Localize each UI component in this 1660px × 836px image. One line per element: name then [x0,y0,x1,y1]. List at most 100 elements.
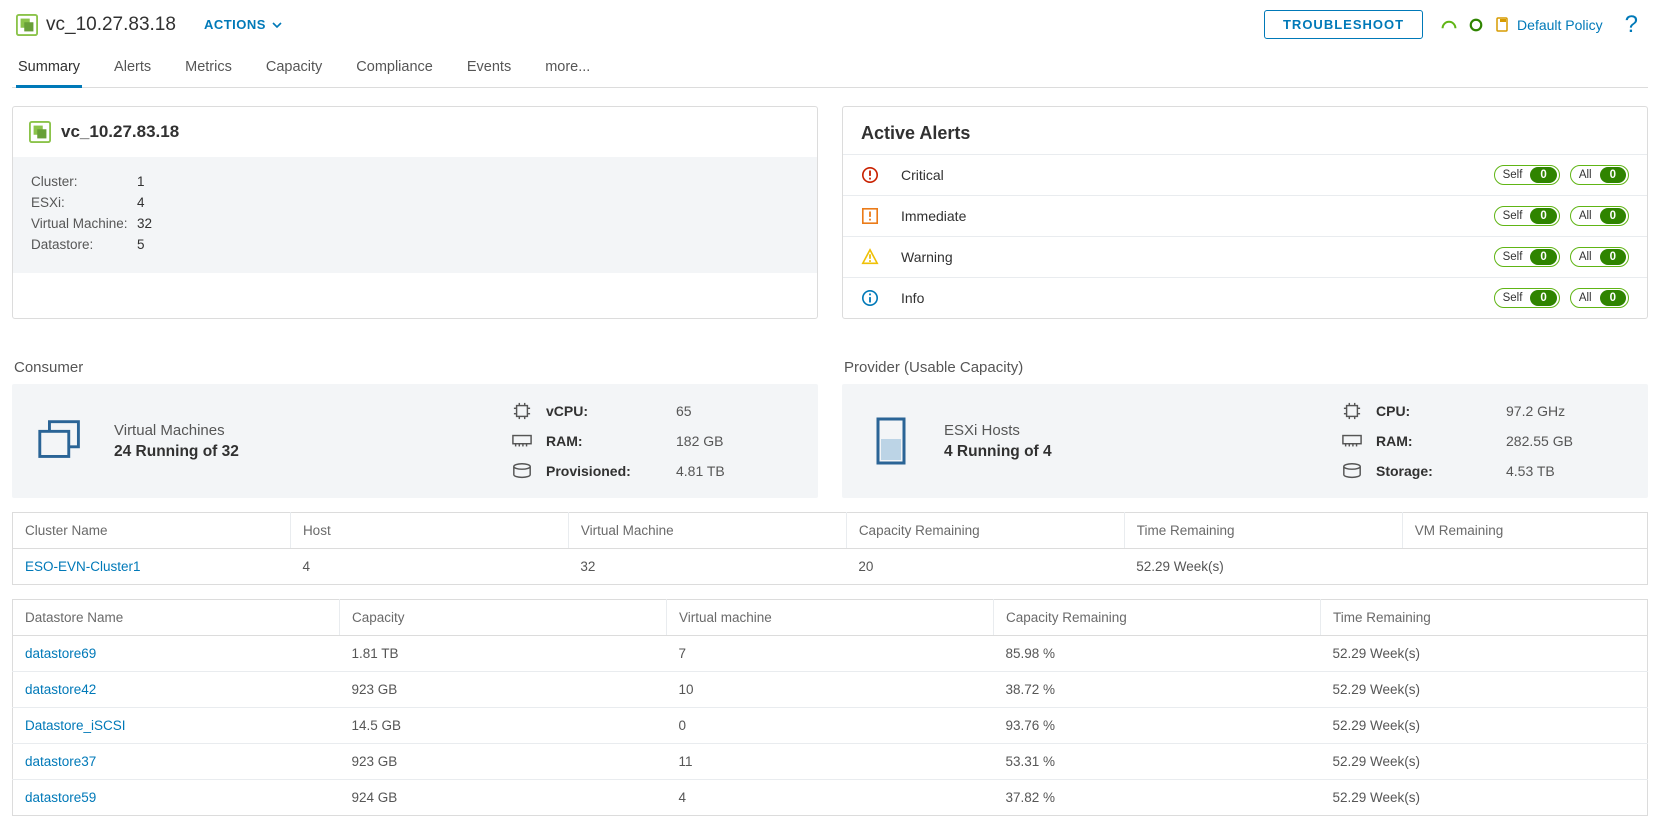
cell: 52.29 Week(s) [1321,780,1648,816]
alert-pill-self[interactable]: Self0 [1494,288,1560,308]
table-row[interactable]: Datastore_iSCSI 14.5 GB 0 93.76 % 52.29 … [13,708,1648,744]
col-cluster-name[interactable]: Cluster Name [13,513,291,549]
cpu-label: CPU: [1376,403,1496,419]
consumer-sub: 24 Running of 32 [114,443,239,461]
tab-metrics[interactable]: Metrics [183,49,234,87]
cpu-icon [1342,402,1362,420]
cpu-icon [512,402,532,420]
summary-stats: Cluster:1 ESXi:4 Virtual Machine:32 Data… [13,157,817,273]
tab-compliance[interactable]: Compliance [354,49,435,87]
provider-sub: 4 Running of 4 [944,443,1052,461]
table-row[interactable]: datastore69 1.81 TB 7 85.98 % 52.29 Week… [13,636,1648,672]
datastore-name-link[interactable]: datastore37 [13,744,340,780]
vm-label: Virtual Machine: [31,216,131,231]
ram-label: RAM: [546,433,666,449]
provider-panel: ESXi Hosts 4 Running of 4 CPU: 97.2 GHz … [842,384,1648,498]
alert-pill-all[interactable]: All0 [1570,247,1629,267]
cell: 52.29 Week(s) [1321,744,1648,780]
alert-row-info: Info Self0 All0 [843,277,1647,318]
prov-value: 4.81 TB [676,463,796,479]
vm-value: 32 [137,216,152,231]
alert-pill-self[interactable]: Self0 [1494,247,1560,267]
alert-label: Immediate [901,208,1494,224]
troubleshoot-button[interactable]: TROUBLESHOOT [1264,10,1423,39]
cell: 10 [667,672,994,708]
policy-icon [1495,16,1511,34]
datastore-name-link[interactable]: datastore69 [13,636,340,672]
table-row[interactable]: datastore37 923 GB 11 53.31 % 52.29 Week… [13,744,1648,780]
col-host[interactable]: Host [290,513,568,549]
default-policy-label: Default Policy [1517,17,1603,33]
alert-pill-self[interactable]: Self0 [1494,206,1560,226]
provider-heading: ESXi Hosts [944,422,1052,439]
summary-card: vc_10.27.83.18 Cluster: 1 ESXi: 4 Virtual … [12,106,818,319]
info-icon [861,289,879,307]
tab-more[interactable]: more... [543,49,592,87]
cell: 14.5 GB [340,708,667,744]
cluster-label: Cluster: [31,174,131,189]
col-vm[interactable]: Virtual machine [667,600,994,636]
col-cap-rem[interactable]: Capacity Remaining [846,513,1124,549]
summary-card-title: vc_10.27.83.18 [61,122,179,142]
col-time-rem[interactable]: Time Remaining [1321,600,1648,636]
datastore-name-link[interactable]: datastore59 [13,780,340,816]
cell: 924 GB [340,780,667,816]
datastore-name-link[interactable]: datastore42 [13,672,340,708]
datastore-name-link[interactable]: Datastore_iSCSI [13,708,340,744]
col-time-rem[interactable]: Time Remaining [1124,513,1402,549]
warning-icon [861,248,879,266]
storage-icon [1342,462,1362,480]
cell: 1.81 TB [340,636,667,672]
cell: 37.82 % [994,780,1321,816]
alert-pill-all[interactable]: All0 [1570,288,1629,308]
help-button[interactable]: ? [1619,11,1644,39]
alert-row-warning: Warning Self0 All0 [843,236,1647,277]
table-row[interactable]: ESO-EVN-Cluster1 4 32 20 52.29 Week(s) [13,549,1648,585]
page-title-group: vc_10.27.83.18 [16,14,176,36]
actions-label: ACTIONS [204,17,266,32]
alert-pill-all[interactable]: All0 [1570,165,1629,185]
prov-label: Provisioned: [546,463,666,479]
col-vm-rem[interactable]: VM Remaining [1402,513,1647,549]
header-right-controls: Default Policy ? [1441,11,1644,39]
default-policy-link[interactable]: Default Policy [1495,16,1603,34]
host-icon [864,415,920,467]
tab-alerts[interactable]: Alerts [112,49,153,87]
col-capacity[interactable]: Capacity [340,600,667,636]
col-ds-name[interactable]: Datastore Name [13,600,340,636]
table-row[interactable]: datastore59 924 GB 4 37.82 % 52.29 Week(… [13,780,1648,816]
health-arc-green-icon[interactable] [1441,20,1457,30]
cell: 4 [290,549,568,585]
cell: 53.31 % [994,744,1321,780]
alert-row-immediate: Immediate Self0 All0 [843,195,1647,236]
cluster-table: Cluster Name Host Virtual Machine Capaci… [12,512,1648,585]
esxi-value: 4 [137,195,145,210]
tab-summary[interactable]: Summary [16,49,82,87]
consumer-section-title: Consumer [14,359,816,376]
summary-card-header: vc_10.27.83.18 [13,107,817,157]
tab-capacity[interactable]: Capacity [264,49,324,87]
cluster-value: 1 [137,174,145,189]
cell: 52.29 Week(s) [1124,549,1402,585]
col-cap-rem[interactable]: Capacity Remaining [994,600,1321,636]
page-header: vc_10.27.83.18 ACTIONS TROUBLESHOOT Defa… [12,0,1648,41]
datastore-table: Datastore Name Capacity Virtual machine … [12,599,1648,816]
tab-events[interactable]: Events [465,49,513,87]
alert-label: Critical [901,167,1494,183]
tab-bar: Summary Alerts Metrics Capacity Complian… [12,49,1648,88]
table-row[interactable]: datastore42 923 GB 10 38.72 % 52.29 Week… [13,672,1648,708]
datastore-value: 5 [137,237,145,252]
cell: 4 [667,780,994,816]
cell: 93.76 % [994,708,1321,744]
health-circle-green-icon[interactable] [1469,18,1483,32]
cell: 20 [846,549,1124,585]
vcenter-icon [29,121,51,143]
alert-pill-self[interactable]: Self0 [1494,165,1560,185]
ram-icon [512,432,532,450]
actions-dropdown[interactable]: ACTIONS [204,17,282,32]
alert-row-critical: Critical Self0 All0 [843,154,1647,195]
cluster-name-link[interactable]: ESO-EVN-Cluster1 [13,549,291,585]
esxi-label: ESXi: [31,195,131,210]
alert-pill-all[interactable]: All0 [1570,206,1629,226]
col-vm[interactable]: Virtual Machine [568,513,846,549]
